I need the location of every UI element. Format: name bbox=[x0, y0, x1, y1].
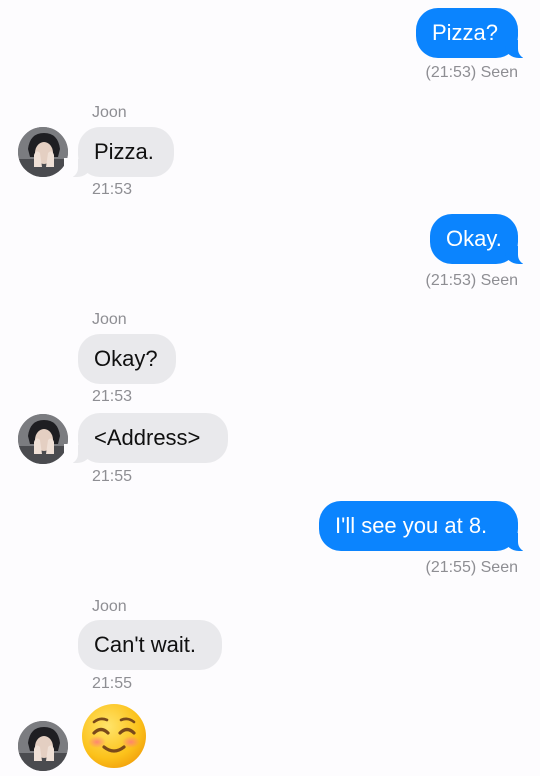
incoming-message-bubble[interactable]: Pizza. bbox=[64, 127, 174, 178]
message-text: Pizza. bbox=[94, 139, 154, 164]
avatar-photo-icon bbox=[18, 414, 68, 464]
message-text: <Address> bbox=[94, 425, 201, 450]
read-receipt: (21:55) Seen bbox=[425, 559, 518, 576]
message-text: I'll see you at 8. bbox=[335, 513, 488, 538]
sender-name: Joon bbox=[92, 311, 127, 328]
smiling-face-emoji-icon[interactable] bbox=[80, 702, 148, 770]
avatar-photo-icon bbox=[18, 127, 68, 177]
sender-name: Joon bbox=[92, 104, 127, 121]
message-text: Pizza? bbox=[432, 20, 499, 45]
contact-avatar[interactable] bbox=[18, 127, 68, 177]
contact-avatar[interactable] bbox=[18, 414, 68, 464]
message-text: Can't wait. bbox=[94, 632, 197, 657]
message-time: 21:55 bbox=[92, 675, 133, 692]
message-time: 21:53 bbox=[92, 388, 133, 405]
contact-avatar[interactable] bbox=[18, 721, 68, 771]
message-text: Okay? bbox=[94, 346, 158, 371]
outgoing-message-bubble[interactable]: Pizza? bbox=[416, 8, 532, 59]
read-receipt: (21:53) Seen bbox=[425, 64, 518, 81]
avatar-photo-icon bbox=[18, 721, 68, 771]
outgoing-message-bubble[interactable]: I'll see you at 8. bbox=[319, 501, 532, 552]
outgoing-message-bubble[interactable]: Okay. bbox=[430, 214, 532, 265]
read-receipt: (21:53) Seen bbox=[425, 272, 518, 289]
sender-name: Joon bbox=[92, 598, 127, 615]
message-text: Okay. bbox=[446, 226, 502, 251]
incoming-message-bubble[interactable]: Can't wait. bbox=[78, 620, 222, 670]
message-time: 21:55 bbox=[92, 468, 133, 485]
incoming-message-bubble[interactable]: Okay? bbox=[78, 334, 176, 384]
message-time: 21:53 bbox=[92, 181, 133, 198]
incoming-message-bubble[interactable]: <Address> bbox=[64, 413, 228, 464]
